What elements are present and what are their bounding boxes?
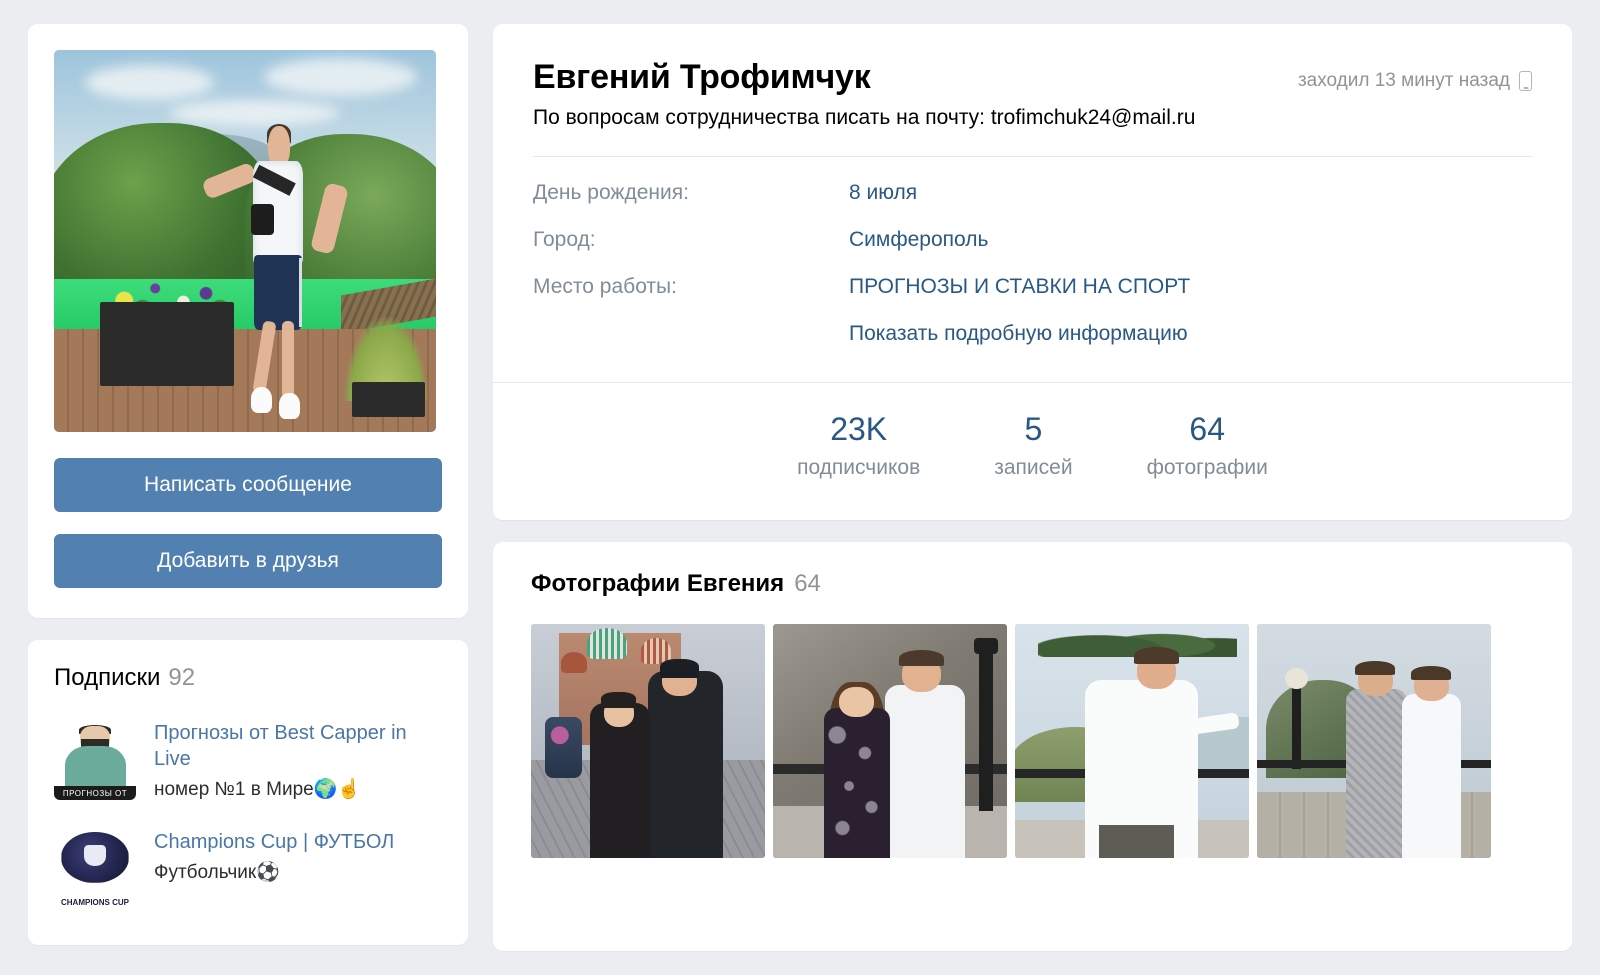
subscription-subtitle: Футбольчик⚽ (154, 862, 280, 883)
profile-bio: По вопросам сотрудничества писать на поч… (533, 106, 1196, 129)
photos-card: Фотографии Евгения 64 (493, 541, 1572, 951)
send-message-button[interactable]: Написать сообщение (54, 458, 442, 512)
subscription-subtitle: номер №1 в Мире🌍☝ (154, 779, 362, 800)
avatar-planter-right (351, 382, 425, 417)
counter-label: записей (994, 455, 1073, 479)
avatar-caption: ПРОГНОЗЫ ОТ (54, 786, 136, 800)
thumb-woman-hat (601, 691, 637, 709)
avatar-planter (99, 302, 234, 387)
thumb-woman-head (838, 686, 874, 718)
subscription-avatar[interactable]: CHAMPIONS CUP (54, 827, 136, 909)
detail-label: Город: (533, 228, 596, 251)
thumb-lamp-post (1292, 675, 1302, 769)
thumb-man-hair (899, 649, 944, 666)
subscriptions-card: Подписки 92 ПРОГНОЗЫ ОТ Прогнозы от Best … (28, 640, 468, 945)
counter-followers[interactable]: 23K подписчиков (797, 411, 920, 480)
profile-details: День рождения: 8 июля Город: Симферополь… (533, 181, 1532, 346)
counter-photos[interactable]: 64 фотографии (1147, 411, 1268, 480)
counter-value: 64 (1189, 411, 1226, 447)
counter-label: подписчиков (797, 455, 921, 479)
photo-grid (531, 623, 1536, 858)
thumb-man-hair (1355, 661, 1396, 676)
profile-avatar[interactable] (54, 50, 436, 432)
thumb-man-plaid-suit (1345, 689, 1407, 858)
show-detailed-info-link[interactable]: Показать подробную информацию (849, 322, 1532, 346)
photos-header: Фотографии Евгения 64 (531, 570, 1536, 598)
add-friend-button[interactable]: Добавить в друзья (54, 534, 442, 588)
thumb-man-hat (659, 658, 700, 678)
thumb-lamp-head (974, 637, 998, 655)
page-title: Евгений Трофимчук (533, 58, 871, 96)
avatar-caption: CHAMPIONS CUP (60, 898, 129, 908)
profile-info-card: Евгений Трофимчук заходил 13 минут назад… (493, 24, 1572, 520)
subscriptions-title: Подписки (54, 664, 161, 691)
avatar-cloud (264, 57, 417, 96)
avatar-person (201, 123, 350, 419)
subscription-title[interactable]: Champions Cup | ФУТБОЛ (154, 829, 394, 855)
avatar-cloud (84, 65, 215, 100)
subscriptions-count: 92 (168, 664, 196, 691)
detail-row-workplace: Место работы: ПРОГНОЗЫ И СТАВКИ НА СПОРТ (533, 275, 1532, 299)
photos-title: Фотографии Евгения (531, 569, 785, 597)
photo-thumbnail[interactable] (773, 623, 1007, 858)
counter-label: фотографии (1146, 455, 1268, 479)
person-shorts-stripe (298, 258, 303, 327)
thumb-dome (587, 628, 627, 659)
thumb-dress-pattern (824, 708, 890, 858)
detail-label: День рождения: (533, 181, 689, 204)
profile-header: Евгений Трофимчук заходил 13 минут назад (533, 58, 1532, 97)
thumb-man-trousers (1099, 825, 1175, 858)
subscriptions-header: Подписки 92 (54, 664, 442, 692)
detail-row-city: Город: Симферополь (533, 228, 1532, 252)
person-leg-left (252, 320, 276, 394)
last-seen-text: заходил 13 минут назад (1297, 70, 1510, 91)
subscription-text: Прогнозы от Best Capper in Live номер №1… (154, 718, 442, 801)
detail-value[interactable]: Симферополь (849, 228, 988, 252)
person-shorts (254, 255, 303, 330)
person-leg-right (281, 321, 295, 399)
thumb-man-white-shirt (1402, 693, 1461, 858)
thumb-bystanders (545, 717, 583, 779)
person-waist-bag (250, 203, 274, 236)
counter-value: 23K (830, 411, 888, 447)
thumb-man-white-shirt (885, 684, 965, 858)
photo-thumbnail[interactable] (1257, 623, 1491, 858)
person-shoe-right (279, 392, 300, 419)
thumb-dome (561, 651, 588, 673)
detail-row-birthday: День рождения: 8 июля (533, 181, 1532, 205)
counter-posts[interactable]: 5 записей (994, 411, 1072, 480)
photo-thumbnail[interactable] (1015, 623, 1249, 858)
thumb-man (648, 670, 723, 858)
thumb-lamp-post (978, 647, 993, 811)
profile-counters: 23K подписчиков 5 записей 64 фотографии (533, 383, 1532, 490)
subscription-text: Champions Cup | ФУТБОЛ Футбольчик⚽ (154, 827, 394, 909)
right-column: Евгений Трофимчук заходил 13 минут назад… (493, 24, 1572, 951)
list-item[interactable]: CHAMPIONS CUP Champions Cup | ФУТБОЛ Фут… (54, 827, 442, 909)
left-column: Написать сообщение Добавить в друзья Под… (28, 24, 468, 951)
mobile-phone-icon (1519, 71, 1532, 91)
divider (533, 156, 1532, 157)
subscription-title[interactable]: Прогнозы от Best Capper in Live (154, 720, 442, 772)
thumb-man-hair (1411, 665, 1452, 680)
person-shoe-left (250, 387, 273, 413)
counter-value: 5 (1024, 411, 1043, 447)
photos-count: 64 (794, 569, 821, 597)
thumb-man-hair (1134, 647, 1179, 664)
detail-value[interactable]: 8 июля (849, 181, 917, 205)
profile-page: Написать сообщение Добавить в друзья Под… (0, 0, 1600, 975)
last-seen-block: заходил 13 минут назад (1298, 58, 1532, 92)
detail-value[interactable]: ПРОГНОЗЫ И СТАВКИ НА СПОРТ (849, 275, 1190, 299)
detail-label: Место работы: (533, 275, 677, 298)
photo-thumbnail[interactable] (531, 623, 765, 858)
profile-photo-card: Написать сообщение Добавить в друзья (28, 24, 468, 618)
avatar-trophy-icon (83, 845, 107, 867)
list-item[interactable]: ПРОГНОЗЫ ОТ Прогнозы от Best Capper in L… (54, 718, 442, 801)
subscription-avatar[interactable]: ПРОГНОЗЫ ОТ (54, 718, 136, 800)
